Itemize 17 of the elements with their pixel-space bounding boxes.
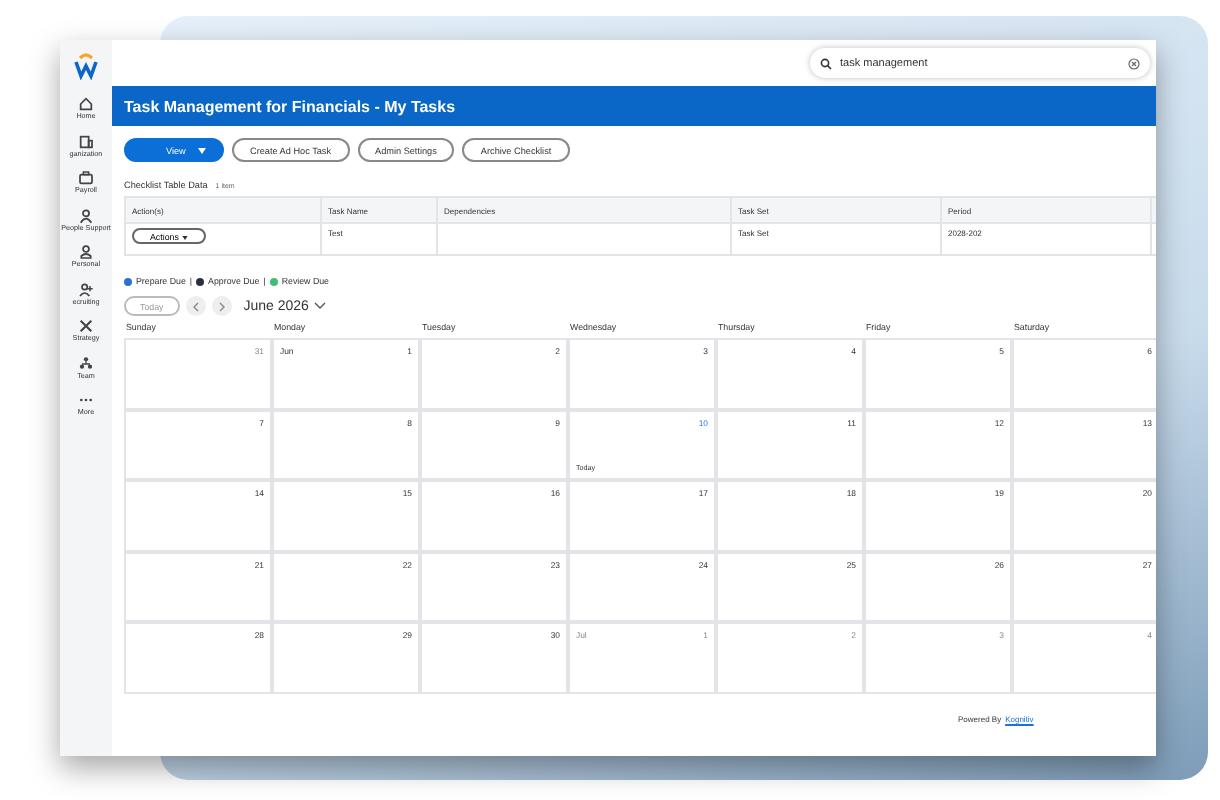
- person-icon: [78, 244, 94, 260]
- page-title: Task Management for Financials - My Tasks: [124, 97, 456, 115]
- building-icon: [78, 133, 94, 149]
- caret-icon: [198, 147, 206, 153]
- chevron-left-icon: [191, 301, 200, 311]
- clear-icon[interactable]: [1128, 57, 1140, 69]
- people-icon: [78, 207, 94, 223]
- chevron-icon[interactable]: [314, 302, 327, 310]
- person-plus-icon: [78, 281, 94, 297]
- team-icon: [78, 355, 94, 371]
- wallet-icon: [78, 170, 94, 186]
- search-icon: [820, 57, 832, 69]
- caret-icon: [181, 235, 188, 239]
- home-icon: [78, 96, 94, 112]
- chevron-right-icon: [217, 301, 226, 311]
- tools-icon: [78, 318, 94, 334]
- logo-icon: [72, 52, 100, 80]
